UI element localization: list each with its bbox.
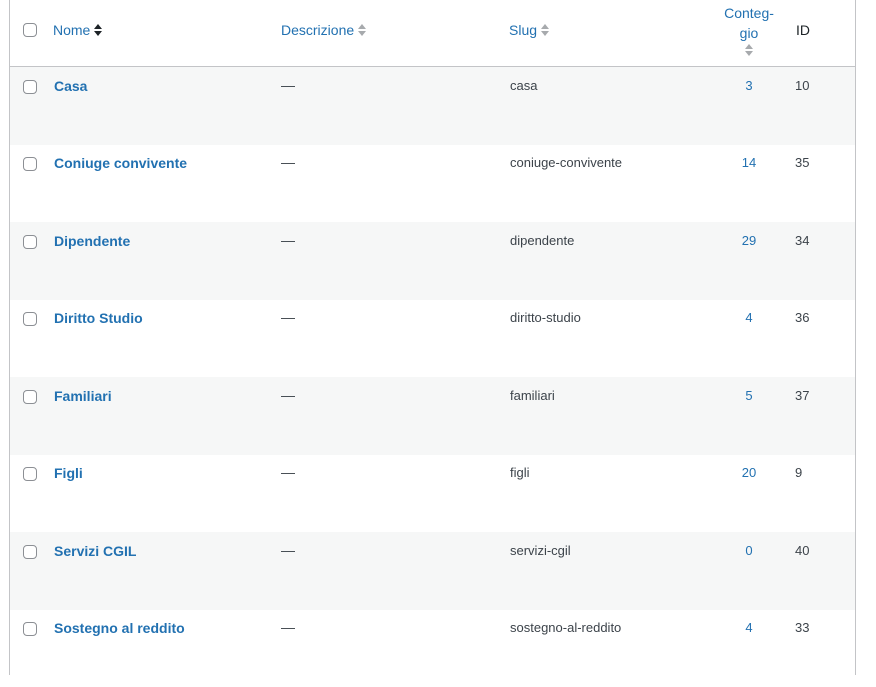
sort-active-icon: [94, 23, 103, 37]
category-id: 40: [795, 543, 810, 558]
category-slug: coniuge-convivente: [510, 155, 623, 170]
sort-by-slug-link[interactable]: Slug: [509, 22, 550, 38]
sort-by-name-link[interactable]: Nome: [53, 22, 103, 38]
category-name-link[interactable]: Dipendente: [54, 233, 130, 249]
category-name-link[interactable]: Diritto Studio: [54, 310, 143, 326]
row-checkbox[interactable]: [23, 390, 37, 404]
category-id: 33: [795, 620, 810, 635]
category-name-link[interactable]: Casa: [54, 78, 87, 94]
description-column-label: Descrizione: [281, 22, 355, 38]
category-slug: figli: [510, 465, 530, 480]
category-count-link[interactable]: 4: [711, 620, 787, 635]
sort-by-description-link[interactable]: Descrizione: [281, 22, 367, 38]
row-checkbox[interactable]: [23, 80, 37, 94]
category-slug: casa: [510, 78, 538, 93]
category-slug: familiari: [510, 388, 555, 403]
category-count-link[interactable]: 5: [711, 388, 787, 403]
category-name-link[interactable]: Sostegno al reddito: [54, 620, 185, 636]
table-row: Dipendente — dipendente 29 34: [10, 222, 855, 300]
id-column-label: ID: [796, 22, 810, 38]
table-row: Familiari — familiari 5 37: [10, 377, 855, 455]
table-header: Nome Descrizione Slug Conteg- gio ID: [10, 0, 855, 67]
category-name-link[interactable]: Figli: [54, 465, 83, 481]
category-count-link[interactable]: 3: [711, 78, 787, 93]
category-description: —: [281, 542, 295, 558]
category-slug: dipendente: [510, 233, 575, 248]
category-id: 9: [795, 465, 803, 480]
table-row: Diritto Studio — diritto-studio 4 36: [10, 299, 855, 377]
table-row: Servizi CGIL — servizi-cgil 0 40: [10, 532, 855, 610]
categories-table: Nome Descrizione Slug Conteg- gio ID Cas…: [9, 0, 856, 675]
category-description: —: [281, 387, 295, 403]
row-checkbox[interactable]: [23, 545, 37, 559]
category-description: —: [281, 464, 295, 480]
category-description: —: [281, 619, 295, 635]
row-checkbox[interactable]: [23, 622, 37, 636]
sort-by-count-link[interactable]: Conteg- gio: [711, 3, 787, 57]
table-row: Figli — figli 20 9: [10, 454, 855, 532]
category-description: —: [281, 77, 295, 93]
slug-column-label: Slug: [509, 22, 538, 38]
category-slug: servizi-cgil: [510, 543, 571, 558]
row-checkbox[interactable]: [23, 467, 37, 481]
category-id: 10: [795, 78, 810, 93]
category-count-link[interactable]: 20: [711, 465, 787, 480]
name-column-label: Nome: [53, 22, 91, 38]
row-checkbox[interactable]: [23, 235, 37, 249]
table-row: Sostegno al reddito — sostegno-al-reddit…: [10, 609, 855, 687]
category-count-link[interactable]: 29: [711, 233, 787, 248]
category-description: —: [281, 232, 295, 248]
table-row: Coniuge convivente — coniuge-convivente …: [10, 144, 855, 222]
category-count-link[interactable]: 0: [711, 543, 787, 558]
category-id: 35: [795, 155, 810, 170]
sort-icon: [745, 43, 753, 57]
table-row: Casa — casa 3 10: [10, 67, 855, 145]
sort-icon: [358, 23, 367, 37]
category-count-link[interactable]: 4: [711, 310, 787, 325]
sort-icon: [541, 23, 550, 37]
category-description: —: [281, 154, 295, 170]
category-description: —: [281, 309, 295, 325]
category-count-link[interactable]: 14: [711, 155, 787, 170]
category-name-link[interactable]: Coniuge convivente: [54, 155, 187, 171]
count-column-label-line1: Conteg-: [724, 5, 774, 21]
category-name-link[interactable]: Servizi CGIL: [54, 543, 136, 559]
category-slug: diritto-studio: [510, 310, 581, 325]
row-checkbox[interactable]: [23, 157, 37, 171]
category-id: 36: [795, 310, 810, 325]
select-all-checkbox[interactable]: [23, 23, 37, 37]
category-id: 37: [795, 388, 810, 403]
category-name-link[interactable]: Familiari: [54, 388, 112, 404]
category-slug: sostegno-al-reddito: [510, 620, 622, 635]
row-checkbox[interactable]: [23, 312, 37, 326]
count-column-label-line2: gio: [739, 25, 759, 41]
category-id: 34: [795, 233, 810, 248]
